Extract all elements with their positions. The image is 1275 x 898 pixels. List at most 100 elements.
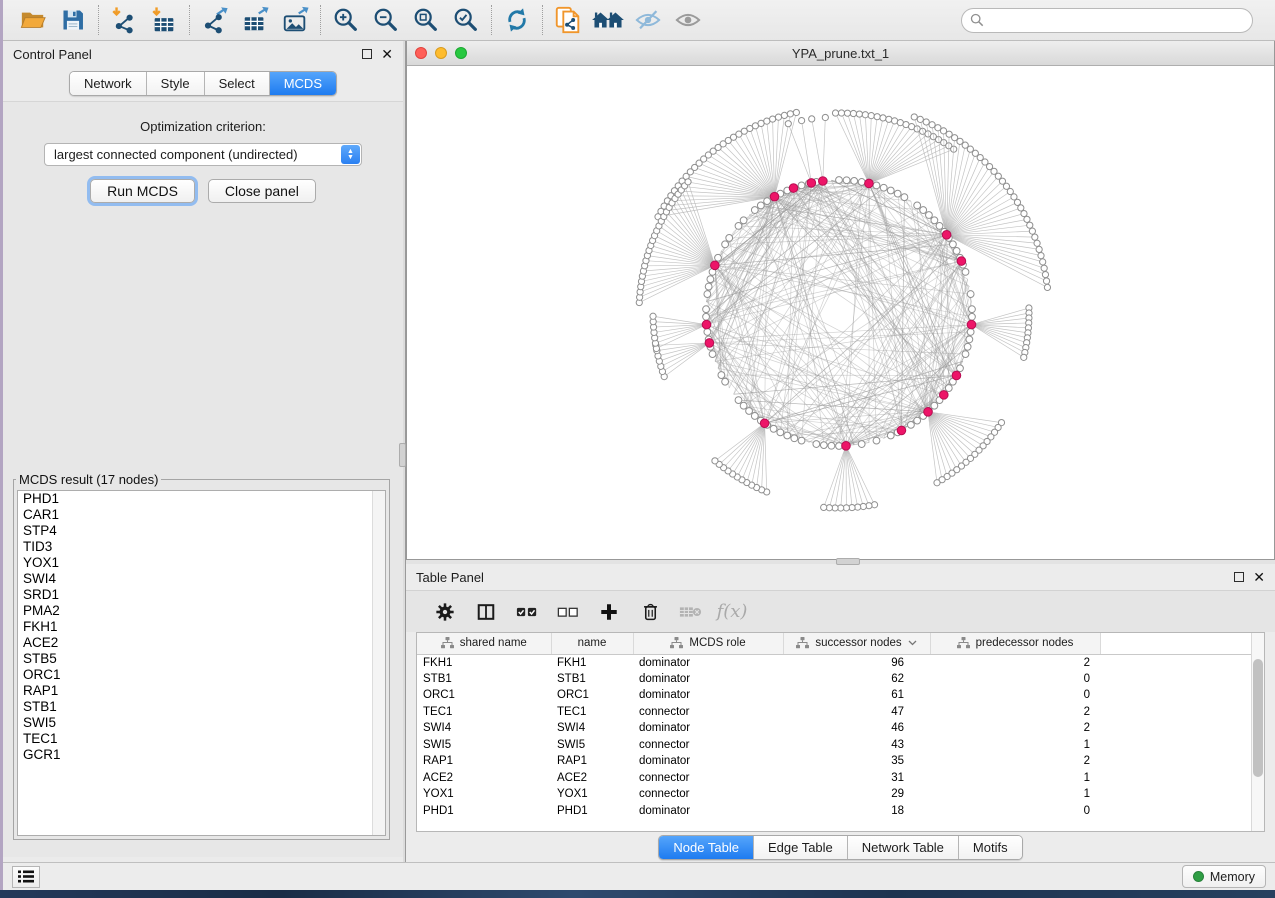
column-header-shared-name[interactable]: shared name [417,633,551,654]
cell-shared-name[interactable]: YOX1 [417,786,551,803]
cell-name[interactable]: FKH1 [551,654,633,671]
tab-network-table[interactable]: Network Table [848,836,959,859]
search-input[interactable] [989,13,1244,28]
vertical-splitter-handle[interactable] [399,443,406,467]
float-panel-icon[interactable] [362,49,372,59]
hide-selected-button[interactable] [628,3,668,37]
tab-mcds[interactable]: MCDS [270,72,336,95]
select-all-button[interactable] [510,596,544,628]
cell-name[interactable]: PHD1 [551,803,633,820]
cell-successor-nodes[interactable]: 46 [783,720,930,737]
cell-mcds-role[interactable]: dominator [633,671,783,688]
delete-column-button[interactable] [633,596,667,628]
cell-shared-name[interactable]: TEC1 [417,704,551,721]
table-row[interactable]: ORC1ORC1dominator610 [417,687,1264,704]
cell-mcds-role[interactable]: connector [633,786,783,803]
refresh-button[interactable] [497,3,537,37]
table-row[interactable]: STB1STB1dominator620 [417,671,1264,688]
import-table-button[interactable] [144,3,184,37]
horizontal-splitter[interactable] [406,560,1275,564]
search-box[interactable] [961,8,1253,33]
cell-mcds-role[interactable]: dominator [633,654,783,671]
close-panel-button[interactable]: Close panel [208,179,316,203]
cell-name[interactable]: YOX1 [551,786,633,803]
cell-name[interactable]: RAP1 [551,753,633,770]
cell-predecessor-nodes[interactable]: 2 [930,720,1100,737]
cell-successor-nodes[interactable]: 18 [783,803,930,820]
tab-node-table[interactable]: Node Table [659,836,754,859]
mcds-result-list[interactable]: PHD1CAR1STP4TID3YOX1SWI4SRD1PMA2FKH1ACE2… [17,490,386,836]
horizontal-splitter-handle[interactable] [836,558,860,565]
column-header-predecessor-nodes[interactable]: predecessor nodes [930,633,1100,654]
cell-successor-nodes[interactable]: 35 [783,753,930,770]
cell-predecessor-nodes[interactable]: 2 [930,654,1100,671]
zoom-selected-button[interactable] [446,3,486,37]
column-header-successor-nodes[interactable]: successor nodes [783,633,930,654]
cell-successor-nodes[interactable]: 62 [783,671,930,688]
cell-mcds-role[interactable]: connector [633,770,783,787]
mcds-result-item[interactable]: STB1 [18,699,385,715]
mcds-result-item[interactable]: RAP1 [18,683,385,699]
cell-mcds-role[interactable]: dominator [633,687,783,704]
mcds-result-item[interactable]: YOX1 [18,555,385,571]
cell-shared-name[interactable]: SWI4 [417,720,551,737]
cell-predecessor-nodes[interactable]: 0 [930,671,1100,688]
table-settings-button[interactable] [428,596,462,628]
network-window-titlebar[interactable]: YPA_prune.txt_1 [407,41,1274,66]
table-scrollbar-thumb[interactable] [1253,659,1263,777]
network-graph[interactable] [407,66,1274,558]
tab-select[interactable]: Select [205,72,270,95]
table-row[interactable]: FKH1FKH1dominator962 [417,654,1264,671]
column-header-name[interactable]: name [551,633,633,654]
add-column-button[interactable] [592,596,626,628]
cell-shared-name[interactable]: SWI5 [417,737,551,754]
tab-style[interactable]: Style [147,72,205,95]
cell-shared-name[interactable]: ORC1 [417,687,551,704]
deselect-all-button[interactable] [551,596,585,628]
cell-predecessor-nodes[interactable]: 2 [930,704,1100,721]
mcds-result-item[interactable]: PHD1 [18,491,385,507]
tab-network[interactable]: Network [70,72,147,95]
export-image-button[interactable] [275,3,315,37]
first-neighbors-button[interactable] [588,3,628,37]
mcds-result-item[interactable]: FKH1 [18,619,385,635]
tab-edge-table[interactable]: Edge Table [754,836,848,859]
cell-predecessor-nodes[interactable]: 0 [930,803,1100,820]
mcds-result-item[interactable]: ORC1 [18,667,385,683]
cell-mcds-role[interactable]: connector [633,737,783,754]
task-history-button[interactable] [12,866,40,888]
cell-shared-name[interactable]: FKH1 [417,654,551,671]
cell-mcds-role[interactable]: dominator [633,720,783,737]
cell-successor-nodes[interactable]: 47 [783,704,930,721]
criterion-select[interactable]: largest connected component (undirected)… [44,143,362,166]
mcds-result-item[interactable]: CAR1 [18,507,385,523]
table-scrollbar[interactable] [1251,633,1264,831]
mcds-result-item[interactable]: GCR1 [18,747,385,763]
cell-name[interactable]: ORC1 [551,687,633,704]
cell-shared-name[interactable]: PHD1 [417,803,551,820]
cell-mcds-role[interactable]: connector [633,704,783,721]
column-header-mcds-role[interactable]: MCDS role [633,633,783,654]
export-network-button[interactable] [195,3,235,37]
cell-successor-nodes[interactable]: 43 [783,737,930,754]
cell-shared-name[interactable]: STB1 [417,671,551,688]
import-network-button[interactable] [104,3,144,37]
zoom-fit-button[interactable] [406,3,446,37]
close-panel-icon[interactable]: ✕ [1253,572,1265,582]
cell-predecessor-nodes[interactable]: 1 [930,786,1100,803]
cell-predecessor-nodes[interactable]: 1 [930,770,1100,787]
mcds-list-scrollbar[interactable] [372,491,385,835]
mcds-result-item[interactable]: SWI4 [18,571,385,587]
close-panel-icon[interactable]: ✕ [381,49,393,59]
clone-network-button[interactable] [548,3,588,37]
table-row[interactable]: PHD1PHD1dominator180 [417,803,1264,820]
cell-successor-nodes[interactable]: 96 [783,654,930,671]
tab-motifs[interactable]: Motifs [959,836,1022,859]
cell-name[interactable]: SWI5 [551,737,633,754]
show-all-button[interactable] [668,3,708,37]
cell-name[interactable]: TEC1 [551,704,633,721]
zoom-in-button[interactable] [326,3,366,37]
network-canvas[interactable] [407,66,1274,559]
mcds-result-item[interactable]: PMA2 [18,603,385,619]
cell-name[interactable]: SWI4 [551,720,633,737]
